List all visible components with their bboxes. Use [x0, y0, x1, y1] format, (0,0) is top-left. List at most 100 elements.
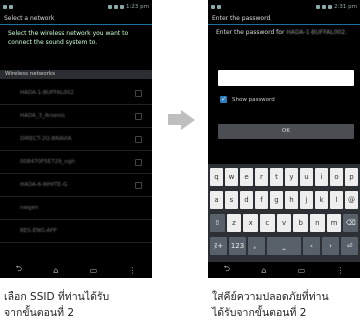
phone-screen-enter-password: 2:31 pm Enter the password Enter the pas…: [208, 0, 360, 278]
key[interactable]: w: [225, 168, 238, 186]
key[interactable]: h: [285, 191, 298, 209]
language-key[interactable]: ﾇ+: [210, 237, 227, 255]
network-item[interactable]: HADA-6-WHITE-G: [0, 174, 152, 197]
network-name: DIRECT-2Q-BRAVIA: [20, 136, 72, 142]
home-icon[interactable]: ⌂: [53, 266, 58, 275]
key[interactable]: p: [345, 168, 358, 186]
notification-icon: [3, 4, 7, 9]
key[interactable]: d: [240, 191, 253, 209]
backspace-key[interactable]: ⌫: [343, 214, 359, 232]
home-icon[interactable]: ⌂: [261, 266, 266, 275]
key[interactable]: i: [315, 168, 328, 186]
battery-icon: [328, 4, 333, 9]
lock-icon: [135, 89, 142, 97]
key[interactable]: l: [330, 191, 343, 209]
notification-icon: [217, 4, 221, 9]
network-name: HADA-6-WHITE-G: [20, 182, 68, 188]
network-item[interactable]: 008470F5E729_ngh: [0, 151, 152, 174]
key[interactable]: v: [276, 214, 292, 232]
menu-icon[interactable]: ⋮: [336, 266, 344, 275]
key[interactable]: @: [345, 191, 358, 209]
key[interactable]: z: [226, 214, 242, 232]
key[interactable]: q: [210, 168, 223, 186]
key[interactable]: u: [300, 168, 313, 186]
status-time: 1:23 pm: [126, 3, 149, 10]
shift-key[interactable]: ⇧: [210, 214, 225, 232]
key[interactable]: k: [315, 191, 328, 209]
menu-icon[interactable]: ⋮: [128, 266, 136, 275]
caption-right: ใส่คีย์ความปลอดภัยที่ท่าน ได้รับจากขั้นต…: [212, 289, 360, 321]
lock-icon: [135, 135, 142, 143]
network-item[interactable]: nwgen: [0, 197, 152, 220]
show-password-checkbox[interactable]: ✓: [220, 96, 227, 103]
network-list: HADA-1-BUFFAL002 HADA_3_Arsenis DIRECT-2…: [0, 82, 152, 243]
key[interactable]: o: [330, 168, 343, 186]
on-screen-keyboard: q w e r t y u i o p a s d f g h j k l @ …: [208, 164, 360, 262]
status-time: 2:31 pm: [334, 3, 357, 10]
dialog-message-text: Enter the password for: [216, 29, 285, 36]
nav-bar: ⮌ ⌂ ▭ ⋮: [208, 262, 360, 278]
key[interactable]: b: [293, 214, 309, 232]
password-field[interactable]: [218, 70, 354, 86]
notification-icon: [211, 4, 215, 9]
key[interactable]: t: [270, 168, 283, 186]
caption-line: เลือก SSID ที่ท่านได้รับ: [4, 291, 110, 303]
instruction-text: Select the wireless network you want to …: [8, 30, 129, 46]
caption-left: เลือก SSID ที่ท่านได้รับ จากขั้นตอนที่ 2: [4, 289, 184, 321]
dialog-title: Enter the password: [208, 13, 360, 25]
wifi-icon: [316, 4, 321, 9]
lock-icon: [135, 158, 142, 166]
back-icon[interactable]: ⮌: [16, 263, 22, 277]
network-name: BES-ENG-AFP: [20, 228, 57, 234]
signal-icon: [114, 4, 119, 9]
caption-line: ได้รับจากขั้นตอนที่ 2: [212, 307, 307, 319]
back-icon[interactable]: ⮌: [224, 263, 230, 277]
cursor-right-key[interactable]: ›: [322, 237, 339, 255]
key[interactable]: s: [225, 191, 238, 209]
lock-icon: [135, 181, 142, 189]
wifi-icon: [108, 4, 113, 9]
key[interactable]: j: [300, 191, 313, 209]
key[interactable]: a: [210, 191, 223, 209]
network-item[interactable]: HADA-1-BUFFAL002: [0, 82, 152, 105]
space-key[interactable]: ⎵: [267, 237, 301, 255]
caption-line: จากขั้นตอนที่ 2: [4, 307, 75, 319]
cursor-left-key[interactable]: ‹: [303, 237, 320, 255]
screen-title: Select a network: [0, 13, 152, 25]
comma-key[interactable]: ，: [248, 237, 265, 255]
show-password-label: Show password: [232, 96, 275, 103]
key[interactable]: e: [240, 168, 253, 186]
key[interactable]: n: [310, 214, 325, 232]
network-name: HADA-1-BUFFAL002: [20, 90, 74, 96]
ssid-text: HADA-1-BUFFAL002.: [286, 29, 348, 36]
recent-apps-icon[interactable]: ▭: [90, 266, 98, 275]
caption-line: ใส่คีย์ความปลอดภัยที่ท่าน: [212, 291, 329, 303]
key[interactable]: x: [243, 214, 259, 232]
key[interactable]: r: [255, 168, 268, 186]
key[interactable]: f: [255, 191, 268, 209]
network-name: nwgen: [20, 205, 39, 211]
network-name: 008470F5E729_ngh: [20, 159, 75, 165]
status-bar: 1:23 pm: [0, 0, 152, 13]
network-item[interactable]: BES-ENG-AFP: [0, 220, 152, 243]
status-bar: 2:31 pm: [208, 0, 360, 13]
key[interactable]: m: [326, 214, 342, 232]
lock-icon: [135, 112, 142, 120]
network-name: HADA_3_Arsenis: [20, 113, 65, 119]
nav-bar: ⮌ ⌂ ▭ ⋮: [0, 262, 152, 278]
ok-button[interactable]: OK: [218, 124, 354, 139]
network-item[interactable]: HADA_3_Arsenis: [0, 105, 152, 128]
numbers-key[interactable]: 123: [229, 237, 246, 255]
network-item[interactable]: DIRECT-2Q-BRAVIA: [0, 128, 152, 151]
key[interactable]: c: [260, 214, 275, 232]
signal-icon: [322, 4, 327, 9]
enter-key[interactable]: ⏎: [341, 237, 358, 255]
show-password-row[interactable]: ✓ Show password: [220, 96, 275, 103]
phone-screen-select-network: 1:23 pm Select a network Select the wire…: [0, 0, 152, 278]
recent-apps-icon[interactable]: ▭: [298, 266, 306, 275]
section-header: Wireless networks: [0, 70, 152, 79]
notification-icon: [9, 4, 13, 9]
battery-icon: [120, 4, 125, 9]
key[interactable]: y: [285, 168, 298, 186]
key[interactable]: g: [270, 191, 283, 209]
